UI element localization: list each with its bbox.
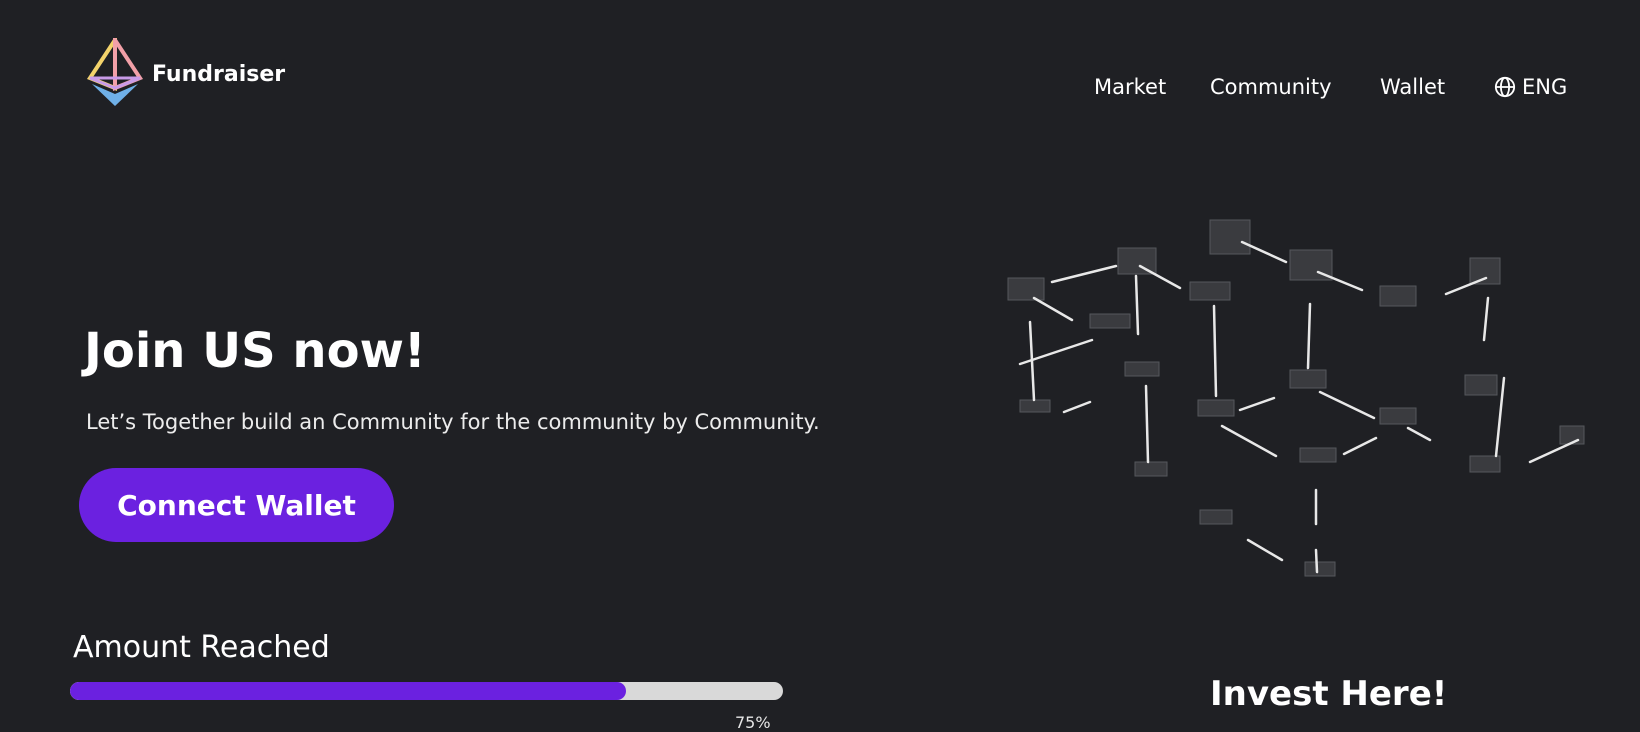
network-node bbox=[1379, 407, 1417, 425]
network-node bbox=[1559, 425, 1585, 445]
nav-wallet[interactable]: Wallet bbox=[1380, 75, 1445, 99]
network-node bbox=[1304, 561, 1336, 577]
network-node bbox=[1469, 455, 1501, 473]
nav-market[interactable]: Market bbox=[1094, 75, 1166, 99]
progress-track bbox=[70, 682, 783, 700]
network-node bbox=[1209, 219, 1251, 255]
network-node bbox=[1199, 509, 1233, 525]
network-node bbox=[1379, 285, 1417, 307]
brand-logo[interactable]: Fundraiser bbox=[86, 38, 285, 108]
network-node bbox=[1117, 247, 1157, 275]
network-node bbox=[1189, 281, 1231, 301]
ethereum-diamond-logo-icon bbox=[86, 38, 144, 106]
connect-wallet-button[interactable]: Connect Wallet bbox=[79, 468, 394, 542]
nav-community[interactable]: Community bbox=[1210, 75, 1332, 99]
progress-percent: 75% bbox=[735, 713, 771, 732]
network-node bbox=[1289, 369, 1327, 389]
network-node bbox=[1007, 277, 1045, 301]
network-node bbox=[1089, 313, 1131, 329]
network-node bbox=[1019, 399, 1051, 413]
progress-fill bbox=[70, 682, 627, 700]
network-node bbox=[1469, 257, 1501, 285]
network-node bbox=[1134, 461, 1168, 477]
blockchain-network-illustration bbox=[1007, 219, 1585, 577]
language-label: ENG bbox=[1522, 75, 1568, 99]
brand-name: Fundraiser bbox=[152, 62, 286, 87]
network-node bbox=[1299, 447, 1337, 463]
language-selector[interactable]: ENG bbox=[1494, 75, 1567, 99]
network-node bbox=[1124, 361, 1160, 377]
amount-reached-label: Amount Reached bbox=[73, 630, 330, 665]
network-node bbox=[1197, 399, 1235, 417]
hero-subtitle: Let’s Together build an Community for th… bbox=[86, 410, 820, 434]
hero-title: Join US now! bbox=[84, 323, 426, 379]
network-node bbox=[1464, 374, 1498, 396]
globe-icon bbox=[1494, 76, 1516, 98]
invest-heading: Invest Here! bbox=[1210, 674, 1448, 714]
